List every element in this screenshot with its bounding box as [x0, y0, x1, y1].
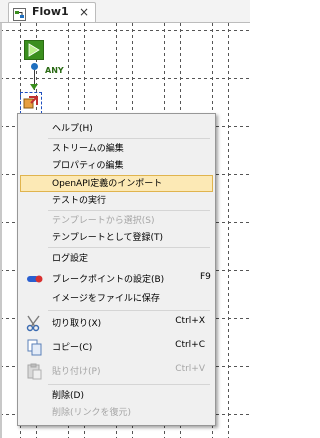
tab-strip: Flow1 ×	[0, 0, 250, 23]
menu-item-log-settings[interactable]: ログ設定	[20, 250, 213, 267]
menu-item-delete[interactable]: 削除(D)	[20, 387, 213, 404]
context-menu: ヘルプ(H) ストリームの編集 プロパティの編集 OpenAPI定義のインポート…	[17, 113, 216, 426]
menu-separator	[48, 138, 210, 139]
menu-item-label: 削除(リンクを復元)	[52, 408, 132, 418]
tab-label: Flow1	[32, 5, 69, 18]
menu-item-shortcut: Ctrl+V	[175, 364, 205, 374]
connector-arrow-icon	[30, 84, 38, 90]
selected-component-node[interactable]	[20, 92, 42, 114]
menu-item-edit-properties[interactable]: プロパティの編集	[20, 157, 213, 174]
menu-item-shortcut: Ctrl+C	[175, 340, 205, 350]
menu-item-label: コピー(C)	[52, 343, 93, 353]
connector-dot[interactable]	[31, 63, 38, 70]
menu-item-paste[interactable]: 貼り付け(P) Ctrl+V	[20, 363, 213, 380]
menu-item-delete-restore-link[interactable]: 削除(リンクを復元)	[20, 404, 213, 421]
menu-item-shortcut: Ctrl+X	[175, 316, 205, 326]
menu-item-label: 貼り付け(P)	[52, 367, 101, 377]
breakpoint-icon	[26, 271, 44, 288]
menu-item-label: ログ設定	[52, 254, 89, 264]
canvas-left-border	[0, 23, 2, 438]
menu-item-help[interactable]: ヘルプ(H)	[20, 120, 213, 137]
menu-separator	[48, 310, 210, 311]
play-icon	[28, 43, 40, 57]
menu-item-select-from-template[interactable]: テンプレートから選択(S)	[20, 212, 213, 229]
menu-item-save-image[interactable]: イメージをファイルに保存	[20, 290, 213, 307]
tab-flow1[interactable]: Flow1 ×	[8, 2, 96, 22]
menu-item-import-openapi[interactable]: OpenAPI定義のインポート	[20, 175, 213, 192]
close-icon[interactable]: ×	[79, 4, 89, 20]
menu-separator	[48, 210, 210, 211]
connector-label: ANY	[45, 66, 64, 75]
menu-item-label: ブレークポイントの設定(B)	[52, 275, 165, 285]
menu-item-label: テンプレートから選択(S)	[52, 216, 155, 226]
start-node[interactable]	[24, 40, 44, 60]
paste-icon	[26, 363, 44, 380]
menu-item-label: イメージをファイルに保存	[52, 294, 160, 304]
menu-item-label: OpenAPI定義のインポート	[52, 179, 163, 189]
scissors-icon	[26, 315, 44, 332]
menu-item-label: テストの実行	[52, 196, 107, 206]
menu-item-edit-stream[interactable]: ストリームの編集	[20, 140, 213, 157]
menu-item-label: プロパティの編集	[52, 161, 124, 171]
menu-item-label: ストリームの編集	[52, 144, 124, 154]
menu-item-run-test[interactable]: テストの実行	[20, 192, 213, 209]
menu-item-cut[interactable]: 切り取り(X) Ctrl+X	[20, 315, 213, 332]
menu-item-label: 切り取り(X)	[52, 319, 102, 329]
menu-item-shortcut: F9	[200, 272, 211, 282]
menu-item-copy[interactable]: コピー(C) Ctrl+C	[20, 339, 213, 356]
menu-item-set-breakpoint[interactable]: ブレークポイントの設定(B) F9	[20, 271, 213, 288]
menu-item-label: 削除(D)	[52, 391, 84, 401]
menu-item-label: ヘルプ(H)	[52, 124, 93, 134]
menu-separator	[48, 247, 210, 248]
component-icon	[23, 96, 38, 109]
menu-separator	[48, 384, 210, 385]
menu-item-register-as-template[interactable]: テンプレートとして登録(T)	[20, 229, 213, 246]
menu-item-label: テンプレートとして登録(T)	[52, 233, 163, 243]
flow-icon	[13, 6, 26, 21]
copy-icon	[26, 339, 44, 356]
